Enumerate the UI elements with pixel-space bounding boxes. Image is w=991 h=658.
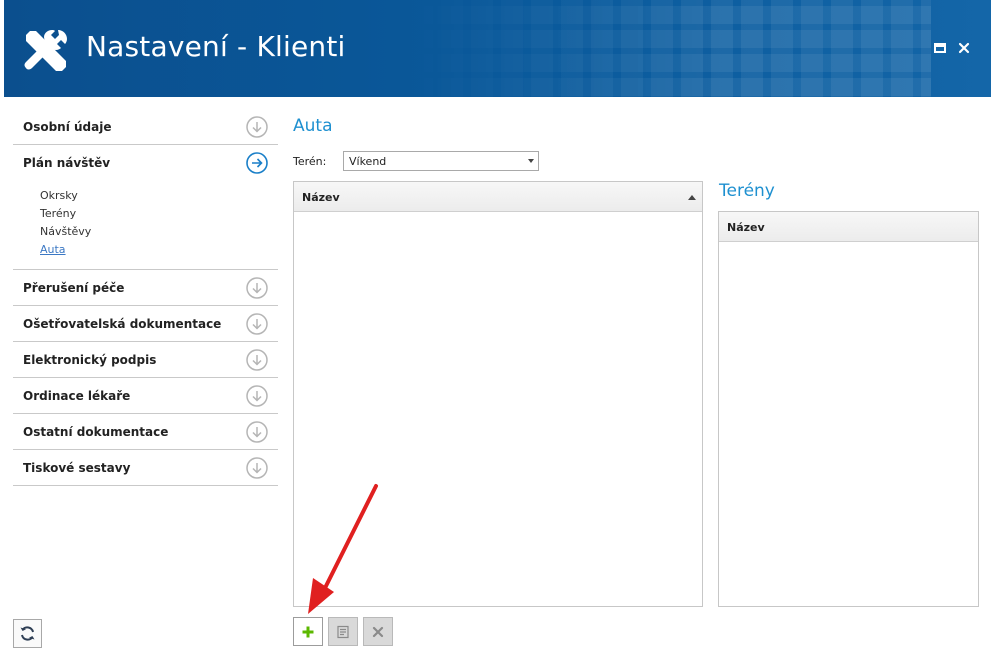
sidebar-item-ostatni-dokumentace[interactable]: Ostatní dokumentace xyxy=(13,414,278,450)
plus-icon xyxy=(302,626,314,637)
chevron-down-circle-icon[interactable] xyxy=(246,349,268,371)
sidebar-item-label: Ordinace lékaře xyxy=(23,388,131,403)
sidebar-item-label: Osobní údaje xyxy=(23,119,112,134)
sort-ascending-icon xyxy=(688,195,696,200)
sidebar-item-label: Elektronický podpis xyxy=(23,352,157,367)
sidebar-item-label: Ostatní dokumentace xyxy=(23,424,169,439)
chevron-down-circle-icon[interactable] xyxy=(246,421,268,443)
auta-grid-header-nazev[interactable]: Název xyxy=(294,182,702,212)
sidebar-item-preruseni-pece[interactable]: Přerušení péče xyxy=(13,270,278,306)
teren-select[interactable]: Víkend xyxy=(343,151,539,171)
tereny-title: Terény xyxy=(719,181,775,201)
refresh-icon xyxy=(20,626,35,641)
tereny-grid-header-nazev[interactable]: Název xyxy=(719,212,978,242)
refresh-button[interactable] xyxy=(13,619,42,648)
teren-select-value: Víkend xyxy=(349,155,387,168)
sidebar-subitem-auta[interactable]: Auta xyxy=(40,241,278,259)
sidebar-item-elektronicky-podpis[interactable]: Elektronický podpis xyxy=(13,342,278,378)
window-title: Nastavení - Klienti xyxy=(86,30,346,63)
sidebar-item-osetrovatelska-dokumentace[interactable]: Ošetřovatelská dokumentace xyxy=(13,306,278,342)
edit-button[interactable] xyxy=(328,617,358,646)
sidebar-item-ordinace-lekare[interactable]: Ordinace lékaře xyxy=(13,378,278,414)
close-icon[interactable] xyxy=(956,40,972,56)
sidebar-subitem-tereny[interactable]: Terény xyxy=(40,205,278,223)
add-button[interactable] xyxy=(293,617,323,646)
teren-label: Terén: xyxy=(293,155,327,168)
sidebar-item-plan-navstev[interactable]: Plán návštěv xyxy=(13,145,278,181)
delete-button[interactable] xyxy=(363,617,393,646)
sidebar-item-osobni-udaje[interactable]: Osobní údaje xyxy=(13,109,278,145)
plan-navstev-subitems: Okrsky Terény Návštěvy Auta xyxy=(13,181,278,270)
page-title: Auta xyxy=(293,116,333,136)
sidebar-item-label: Ošetřovatelská dokumentace xyxy=(23,316,222,331)
chevron-down-circle-icon[interactable] xyxy=(246,313,268,335)
arrow-right-circle-icon[interactable] xyxy=(246,152,268,174)
sidebar-item-label: Tiskové sestavy xyxy=(23,460,131,475)
sidebar: Osobní údaje Plán návštěv Okrsky Terény … xyxy=(13,109,278,486)
chevron-down-circle-icon[interactable] xyxy=(246,277,268,299)
sidebar-item-label: Přerušení péče xyxy=(23,280,125,295)
tereny-grid[interactable]: Název xyxy=(718,211,979,607)
chevron-down-circle-icon[interactable] xyxy=(246,457,268,479)
delete-icon xyxy=(372,626,384,637)
sidebar-item-tiskove-sestavy[interactable]: Tiskové sestavy xyxy=(13,450,278,486)
sidebar-item-label: Plán návštěv xyxy=(23,156,111,170)
column-header-label: Název xyxy=(727,221,765,234)
header-pattern xyxy=(411,0,931,97)
sidebar-subitem-navstevy[interactable]: Návštěvy xyxy=(40,223,278,241)
window-header: Nastavení - Klienti xyxy=(4,0,991,97)
edit-icon xyxy=(337,625,349,638)
chevron-down-circle-icon[interactable] xyxy=(246,116,268,138)
chevron-down-circle-icon[interactable] xyxy=(246,385,268,407)
column-header-label: Název xyxy=(302,191,340,204)
tools-icon xyxy=(24,30,67,71)
auta-grid[interactable]: Název xyxy=(293,181,703,607)
sidebar-subitem-okrsky[interactable]: Okrsky xyxy=(40,187,278,205)
chevron-down-icon xyxy=(528,159,534,163)
maximize-icon[interactable] xyxy=(932,40,948,56)
